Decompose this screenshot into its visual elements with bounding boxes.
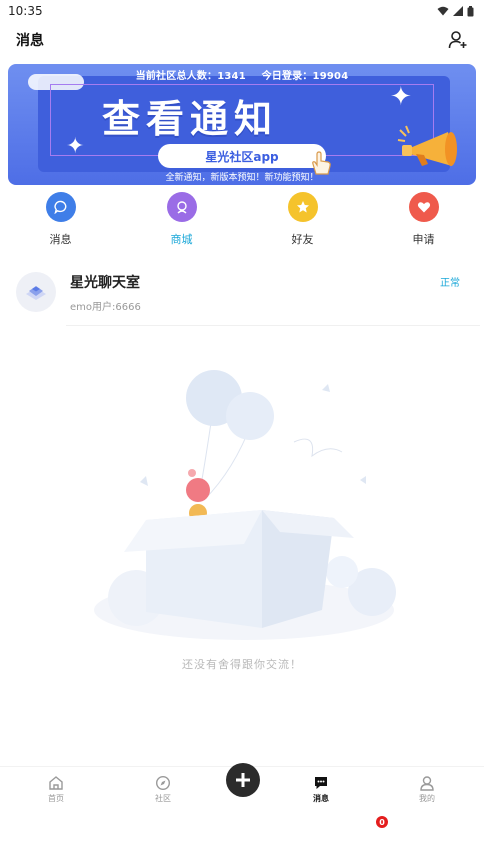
chat-avatar [16,272,56,312]
empty-state-text: 还没有舍得跟你交流！ [182,658,302,671]
status-bar: 10:35 [0,0,484,22]
divider [66,325,480,326]
quick-nav-icon [166,192,197,222]
tab-messages[interactable]: 消息 [291,767,351,811]
quick-nav-icon [45,192,76,222]
quick-nav-label: 申请 [412,233,435,246]
tab-profile[interactable]: 我的 [397,767,457,811]
tab-label: 我的 [419,793,435,803]
tab-label: 首页 [48,793,64,803]
notification-banner[interactable]: 当前社区总人数：1341 今日登录：19904 查看通知 ✦ ✦ 星光社区app… [8,64,476,185]
battery-icon [467,5,474,16]
tab-label: 社区 [155,793,171,803]
empty-box-illustration [94,370,396,640]
today-login-stat: 今日登录：19904 [261,71,349,82]
quick-nav: 消息 商城 好友 申请 [0,192,484,252]
quick-nav-label: 好友 [291,233,314,246]
total-members-stat: 当前社区总人数：1341 [135,71,246,82]
chat-preview: emo用户:6666 [70,302,141,313]
header: 消息 [0,22,484,58]
profile-icon [420,775,434,791]
quick-nav-icon [287,192,318,222]
chat-bubble-icon [53,200,66,214]
sparkle-icon: ✦ [390,82,412,112]
chat-name: 星光聊天室 [70,275,140,291]
quick-nav-store[interactable]: 商城 [121,192,242,252]
quick-nav-label: 商城 [170,233,193,246]
wifi-icon [437,6,449,16]
chat-room-avatar-icon [26,286,46,300]
banner-stats: 当前社区总人数：1341 今日登录：19904 [8,67,476,82]
person-add-icon[interactable] [446,28,470,52]
megaphone-icon [397,125,457,166]
tab-home[interactable]: 首页 [26,767,86,811]
store-icon [176,201,187,214]
status-time: 10:35 [8,4,43,18]
star-icon [296,201,309,213]
banner-title: 查看通知 [102,97,279,141]
chat-list-item[interactable]: 星光聊天室 emo用户:6666 正常 [0,264,484,326]
page-title: 消息 [16,33,44,49]
unread-count-badge: 0 [376,816,388,828]
quick-nav-requests[interactable]: 申请 [363,192,484,252]
quick-nav-label: 消息 [49,233,72,246]
publish-button[interactable] [226,763,260,797]
signal-icon [453,6,463,16]
sparkle-icon: ✦ [66,134,85,159]
compass-icon [155,775,171,790]
heart-icon [417,202,430,213]
tab-label: 消息 [313,793,329,803]
tab-community[interactable]: 社区 [133,767,193,811]
home-icon [49,775,63,790]
status-icons [437,5,474,17]
quick-nav-friends[interactable]: 好友 [242,192,363,252]
bottom-tab-bar: 首页 社区 消息 我的 [0,763,484,811]
message-icon [315,776,327,789]
quick-nav-messages[interactable]: 消息 [0,192,121,252]
chat-status: 正常 [440,278,460,289]
quick-nav-icon [408,192,439,222]
banner-subtitle: 全新通知，新版本预知！新功能预知！ [165,173,319,183]
banner-app-pill: 星光社区app [158,144,326,168]
plus-icon [236,773,250,787]
